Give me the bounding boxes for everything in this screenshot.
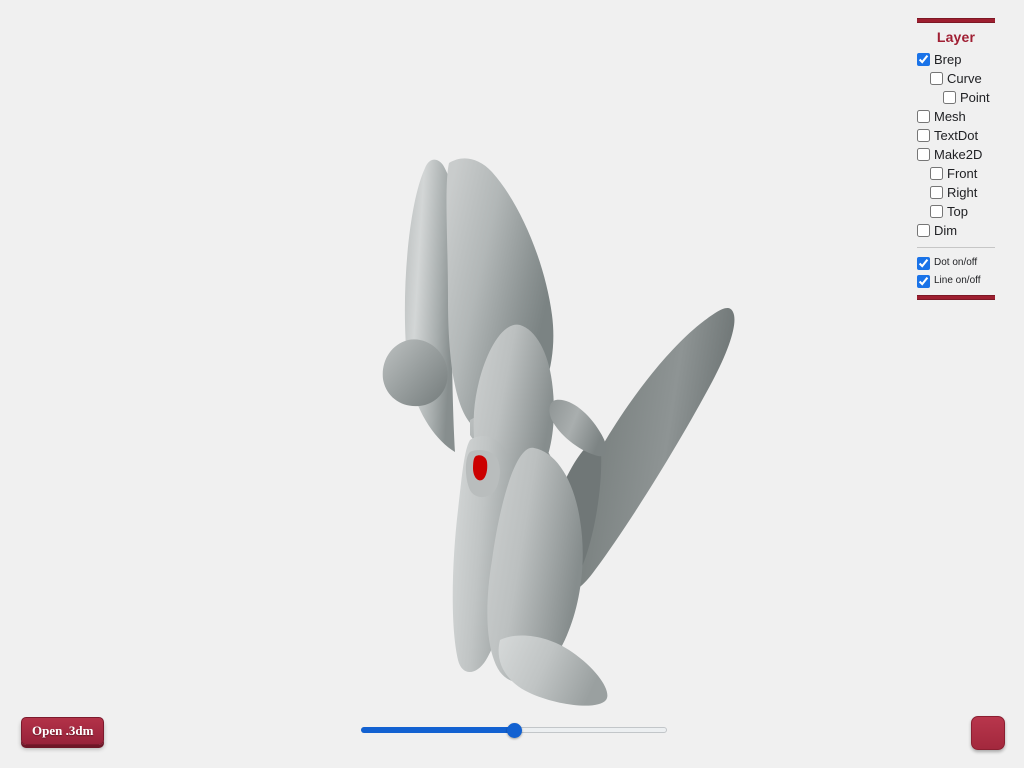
layer-checkbox-curve[interactable]: [930, 72, 943, 85]
layer-label-point: Point: [960, 90, 990, 105]
layer-label-top: Top: [947, 204, 968, 219]
panel-divider: [917, 247, 995, 248]
toggle-row-line[interactable]: Line on/off: [917, 272, 997, 290]
slider-thumb[interactable]: [507, 723, 522, 738]
panel-title: Layer: [936, 29, 976, 45]
layer-label-front: Front: [947, 166, 978, 181]
layer-row-dim[interactable]: Dim: [917, 221, 997, 240]
model-canvas[interactable]: [0, 0, 1024, 768]
layer-checkbox-mesh[interactable]: [917, 110, 930, 123]
layer-row-textdot[interactable]: TextDot: [917, 126, 997, 145]
layer-row-point[interactable]: Point: [917, 88, 997, 107]
layer-label-curve: Curve: [947, 71, 982, 86]
toggle-checkbox-dot[interactable]: [917, 256, 930, 270]
layer-row-make2d[interactable]: Make2D: [917, 145, 997, 164]
layer-checkbox-point[interactable]: [943, 91, 956, 104]
surface-right-spike: [549, 399, 607, 457]
layer-checkbox-front[interactable]: [930, 167, 943, 180]
layer-checkbox-textdot[interactable]: [917, 129, 930, 142]
toggle-row-dot[interactable]: Dot on/off: [917, 254, 997, 272]
slider-fill: [361, 727, 514, 733]
layer-row-right[interactable]: Right: [917, 183, 997, 202]
layer-checkbox-top[interactable]: [930, 205, 943, 218]
layer-row-curve[interactable]: Curve: [917, 69, 997, 88]
layer-label-textdot: TextDot: [934, 128, 979, 143]
layer-label-make2d: Make2D: [934, 147, 983, 162]
panel-bottom-rule: [917, 295, 995, 300]
layer-label-right: Right: [947, 185, 978, 200]
surface-bottom-tail: [498, 635, 608, 706]
layer-panel: Layer Brep Curve Point Mesh TextDot Make…: [917, 18, 997, 300]
toggle-label-line: Line on/off: [934, 275, 981, 286]
layer-row-top[interactable]: Top: [917, 202, 997, 221]
toggle-label-dot: Dot on/off: [934, 257, 978, 268]
3d-model-viewport[interactable]: [0, 0, 1024, 768]
model-geometry: [382, 158, 735, 706]
layer-checkbox-right[interactable]: [930, 186, 943, 199]
open-3dm-button[interactable]: Open .3dm: [21, 717, 105, 745]
color-swatch-button[interactable]: [971, 716, 1005, 750]
layer-label-mesh: Mesh: [934, 109, 966, 124]
layer-label-dim: Dim: [934, 223, 958, 238]
layer-label-brep: Brep: [934, 52, 962, 67]
layer-row-mesh[interactable]: Mesh: [917, 107, 997, 126]
layer-list: Brep Curve Point Mesh TextDot Make2D Fro…: [917, 50, 997, 240]
layer-row-front[interactable]: Front: [917, 164, 997, 183]
toggle-checkbox-line[interactable]: [917, 274, 930, 288]
layer-checkbox-make2d[interactable]: [917, 148, 930, 161]
layer-row-brep[interactable]: Brep: [917, 50, 997, 69]
layer-checkbox-brep[interactable]: [917, 53, 930, 66]
toggle-list: Dot on/off Line on/off: [917, 254, 997, 290]
layer-checkbox-dim[interactable]: [917, 224, 930, 237]
view-slider[interactable]: [361, 723, 667, 738]
panel-top-rule: [917, 18, 995, 23]
